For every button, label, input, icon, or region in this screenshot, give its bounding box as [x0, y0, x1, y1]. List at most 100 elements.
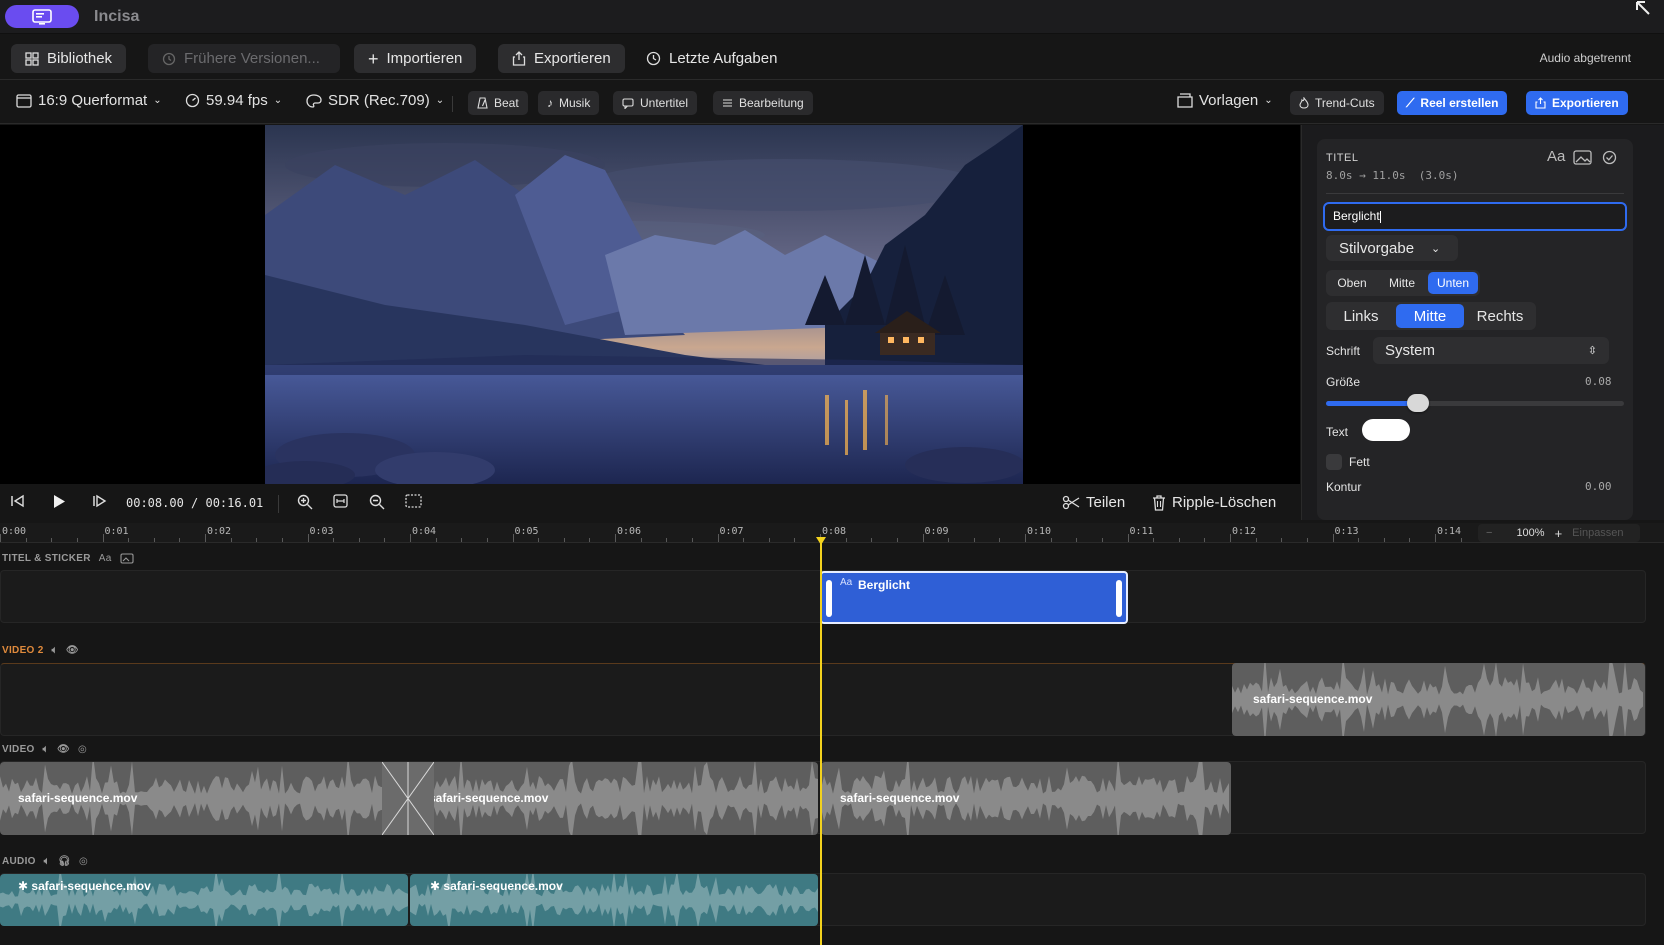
font-value: System [1385, 342, 1436, 359]
library-button[interactable]: Bibliothek [11, 44, 127, 73]
zoom-minus-button[interactable]: − [1486, 527, 1492, 539]
trim-handle-right[interactable] [1116, 580, 1122, 617]
audio-clip-1[interactable]: ✱ safari-sequence.mov [0, 874, 408, 926]
position-top-option[interactable]: Oben [1328, 272, 1376, 294]
ruler-minor-tick [845, 538, 847, 542]
create-reel-button[interactable]: ⟋ Reel erstellen [1397, 91, 1508, 115]
recent-tasks-label: Letzte Aufgaben [669, 50, 778, 67]
target-icon[interactable]: ◎ [79, 856, 88, 867]
zoom-plus-button[interactable]: + [1555, 526, 1563, 541]
ripple-delete-button[interactable]: Ripple-Löschen [1152, 494, 1276, 511]
divider [452, 96, 453, 112]
ruler-tick [1025, 534, 1026, 542]
ruler-minor-tick [25, 538, 27, 542]
fit-timeline-button[interactable] [333, 494, 348, 508]
color-space-select[interactable]: SDR (Rec.709) ⌄ [306, 92, 444, 109]
selection-button[interactable] [405, 494, 422, 508]
text-style-icon[interactable]: Aa [1547, 148, 1565, 165]
video-clip-3[interactable]: safari-sequence.mov [821, 762, 1231, 835]
export-button-top[interactable]: Exportieren [498, 44, 625, 73]
aspect-ratio-select[interactable]: 16:9 Querformat ⌄ [16, 92, 162, 109]
target-icon[interactable]: ◎ [78, 744, 87, 755]
timeline-zoom-control: − 100% + Einpassen [1478, 524, 1640, 542]
position-bottom-option[interactable]: Unten [1428, 272, 1478, 294]
next-frame-button[interactable] [92, 494, 107, 508]
eye-icon[interactable]: 👁︎ [57, 744, 70, 755]
ruler-tick [1230, 534, 1231, 542]
eye-icon[interactable]: 👁︎ [66, 645, 79, 656]
ruler-minor-tick [563, 538, 565, 542]
headphones-icon[interactable]: 🎧︎ [58, 856, 71, 867]
preview-frame [265, 125, 1023, 484]
marquee-icon [405, 494, 422, 508]
trim-handle-left[interactable] [826, 580, 832, 617]
size-slider[interactable] [1326, 394, 1624, 412]
animation-icon[interactable] [1602, 150, 1617, 170]
timecode-display: 00:08.00 / 00:16.01 [126, 496, 264, 510]
text-color-swatch[interactable] [1362, 419, 1410, 441]
title-text-input[interactable]: Berglicht [1323, 202, 1627, 231]
zoom-in-button[interactable] [297, 494, 313, 510]
fps-select[interactable]: 59.94 fps ⌄ [185, 92, 282, 109]
bold-checkbox[interactable] [1326, 454, 1342, 470]
app-menu-button[interactable] [5, 5, 79, 28]
outline-label: Kontur [1326, 480, 1362, 494]
size-value: 0.08 [1585, 375, 1612, 388]
align-right-option[interactable]: Rechts [1466, 304, 1534, 328]
previous-frame-button[interactable] [10, 494, 25, 508]
templates-select[interactable]: Vorlagen ⌄ [1177, 92, 1273, 109]
ruler-tick [512, 534, 514, 542]
size-slider-knob[interactable] [1407, 394, 1430, 412]
align-left-option[interactable]: Links [1328, 304, 1394, 328]
trend-cuts-chip[interactable]: Trend-Cuts [1290, 91, 1384, 115]
recent-tasks-button[interactable]: Letzte Aufgaben [646, 44, 777, 73]
video-clip-1[interactable]: safari-sequence.mov [0, 762, 410, 835]
sticker-icon[interactable] [120, 553, 134, 564]
split-button[interactable]: Teilen [1062, 494, 1125, 511]
fit-button[interactable]: Einpassen [1572, 527, 1623, 539]
export-button[interactable]: Exportieren [1526, 91, 1628, 115]
play-button[interactable] [52, 494, 66, 509]
music-chip[interactable]: ♪ Musik [538, 91, 600, 115]
position-middle-option[interactable]: Mitte [1378, 272, 1426, 294]
speaker-icon[interactable]: 🔈︎ [44, 856, 50, 867]
zoom-out-button[interactable] [369, 494, 385, 510]
title-clip[interactable]: Aa Berglicht [820, 571, 1128, 624]
video-preview[interactable] [0, 125, 1300, 484]
music-label: Musik [559, 96, 591, 110]
beat-chip[interactable]: Beat [468, 91, 528, 115]
font-select[interactable]: System ⇳ [1373, 337, 1609, 364]
speaker-icon[interactable]: 🔈︎ [43, 744, 49, 755]
ruler-minor-tick [999, 538, 1001, 542]
import-button[interactable]: + Importieren [354, 44, 477, 73]
transition-marker[interactable] [381, 761, 435, 836]
ruler-minor-tick [435, 538, 437, 542]
ruler-minor-tick [1409, 538, 1411, 542]
previous-versions-button[interactable]: Frühere Versionen... [148, 44, 340, 73]
grid-icon [25, 51, 39, 66]
editing-chip[interactable]: Bearbeitung [713, 91, 813, 115]
step-back-icon [11, 494, 24, 508]
ruler-minor-tick [538, 538, 540, 542]
text-icon[interactable]: Aa [99, 553, 112, 564]
inspector-panel: TITEL 8.0s → 11.0s (3.0s) Aa Berglicht S… [1301, 125, 1664, 520]
image-sticker-icon[interactable] [1573, 150, 1592, 170]
video2-clip[interactable]: safari-sequence.mov [1232, 663, 1645, 736]
beat-label: Beat [494, 96, 519, 110]
export-label-top: Exportieren [534, 50, 611, 67]
ruler-tick-label: 0:09 [924, 526, 949, 537]
ruler-tick [0, 534, 1, 542]
timeline-ruler[interactable]: 0:00 0:01 0:02 0:03 0:04 0:05 0:06 0:07 0:08 0:09… [0, 523, 1664, 543]
playhead[interactable] [820, 543, 822, 945]
audio-clip-2[interactable]: ✱ safari-sequence.mov [410, 874, 818, 926]
gauge-icon [185, 93, 200, 108]
align-center-option[interactable]: Mitte [1396, 304, 1464, 328]
speaker-icon[interactable]: 🔈︎ [52, 645, 58, 656]
ruler-minor-tick [128, 538, 130, 542]
trend-cuts-label: Trend-Cuts [1315, 96, 1375, 110]
style-preset-select[interactable]: Stilvorgabe ⌄ [1326, 235, 1458, 261]
chevron-down-icon: ⌄ [1264, 95, 1273, 106]
video-clip-2[interactable]: safari-sequence.mov [410, 762, 818, 835]
title-clip-prefix: Aa [840, 577, 853, 588]
subtitles-chip[interactable]: Untertitel [613, 91, 698, 115]
